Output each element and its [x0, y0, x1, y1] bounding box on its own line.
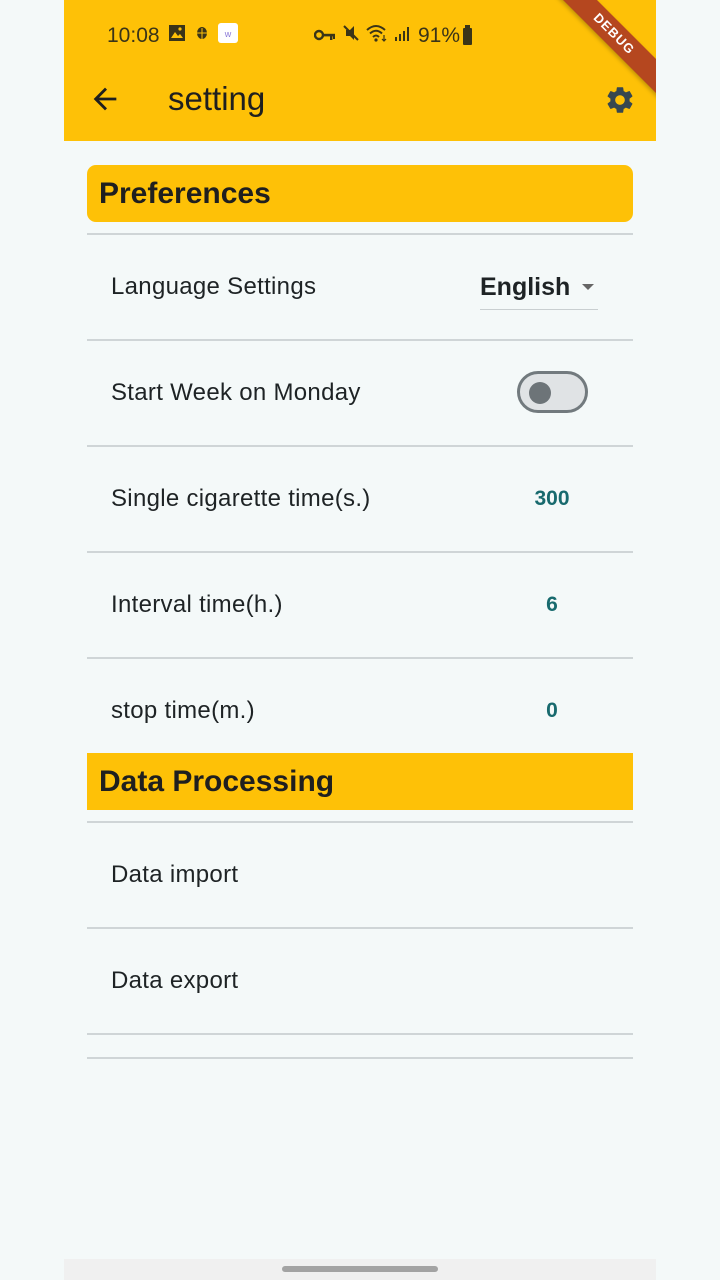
section-header-preferences: Preferences [87, 165, 633, 222]
row-label: Single cigarette time(s.) [111, 485, 371, 512]
start-week-monday-row: Start Week on Monday [87, 341, 633, 445]
single-cigarette-time-row[interactable]: Single cigarette time(s.) 300 [87, 447, 633, 551]
app-notification-icon: w [217, 23, 238, 49]
language-settings-row: Language Settings English [87, 235, 633, 339]
settings-button[interactable] [604, 84, 636, 116]
section-title: Data Processing [99, 764, 335, 798]
single-cigarette-time-value[interactable]: 300 [509, 487, 595, 511]
debug-banner: DEBUG [548, 0, 656, 100]
signal-icon [394, 24, 412, 48]
section-header-data-processing: Data Processing [87, 753, 633, 810]
divider [87, 1033, 633, 1035]
divider [87, 1057, 633, 1059]
stop-time-row[interactable]: stop time(m.) 0 [87, 659, 633, 763]
row-label: Start Week on Monday [111, 379, 361, 406]
vpn-key-icon [313, 24, 336, 48]
start-week-monday-toggle[interactable] [517, 371, 588, 413]
app-bar: 10:08 w 91% setting DEBUG [64, 0, 656, 141]
bug-icon [194, 24, 210, 48]
status-time: 10:08 [107, 24, 160, 47]
page-title: setting [168, 80, 266, 117]
row-label: Data import [111, 861, 239, 888]
stop-time-value[interactable]: 0 [509, 699, 595, 723]
interval-time-row[interactable]: Interval time(h.) 6 [87, 553, 633, 657]
row-label: Language Settings [111, 273, 317, 300]
row-label: Interval time(h.) [111, 591, 283, 618]
mute-icon [342, 24, 360, 48]
battery-icon [463, 24, 473, 45]
home-gesture-handle[interactable] [282, 1266, 438, 1272]
status-bar-right: 91% [313, 22, 473, 50]
toggle-knob [529, 382, 551, 404]
data-export-row[interactable]: Data export [87, 929, 633, 1033]
row-label: stop time(m.) [111, 697, 255, 724]
wifi-icon [366, 24, 388, 48]
battery-percentage: 91% [418, 24, 461, 47]
gesture-nav-bar [64, 1259, 656, 1280]
data-import-row[interactable]: Data import [87, 823, 633, 927]
arrow-back-icon [93, 87, 117, 111]
svg-text:w: w [223, 29, 231, 39]
gallery-icon [168, 24, 186, 48]
phone-screen: 10:08 w 91% setting DEBUG Preferences La… [64, 0, 656, 1280]
back-button[interactable] [88, 82, 122, 116]
language-dropdown[interactable]: English [480, 265, 598, 310]
status-bar-left: 10:08 w [107, 22, 246, 50]
section-title: Preferences [99, 176, 271, 210]
gear-icon [607, 87, 633, 113]
row-label: Data export [111, 967, 239, 994]
dropdown-selected-value: English [480, 272, 571, 301]
interval-time-value[interactable]: 6 [509, 593, 595, 617]
chevron-down-icon [582, 284, 595, 290]
